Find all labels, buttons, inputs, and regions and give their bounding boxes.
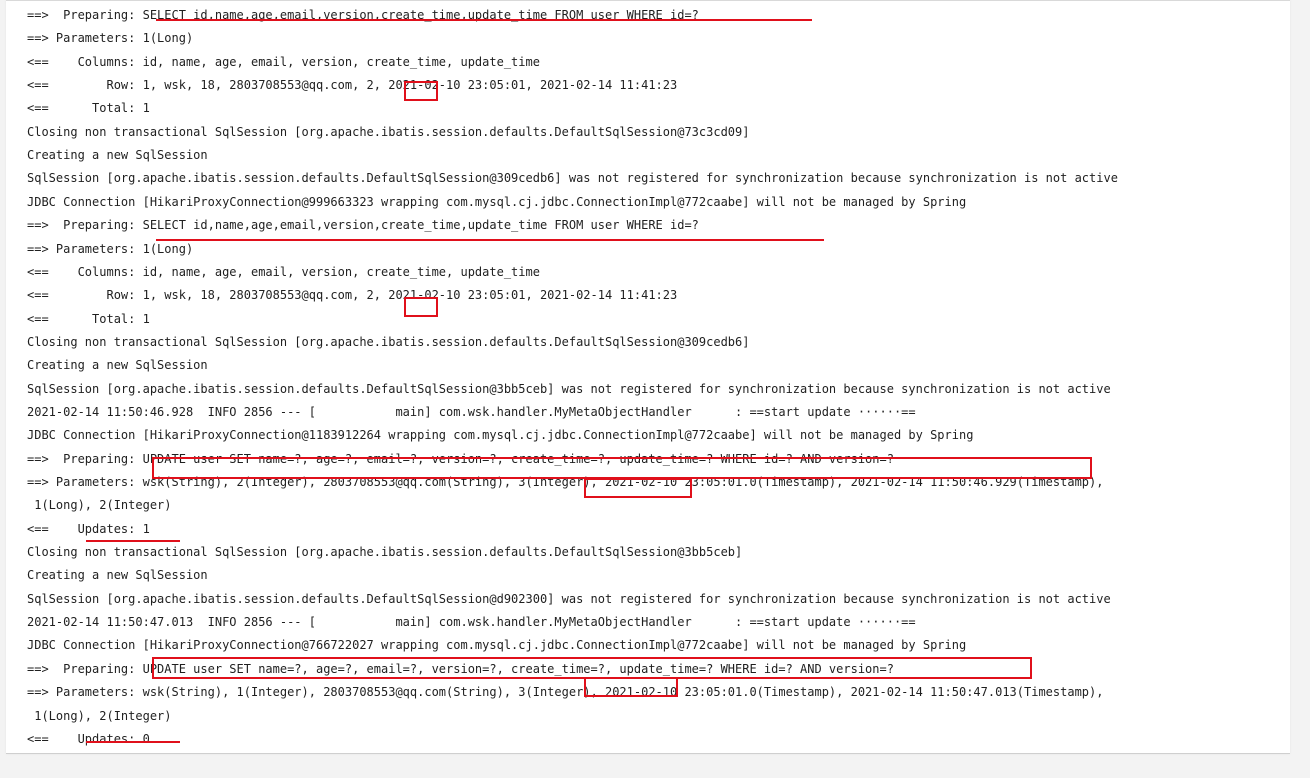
log-line-preparing-update: ==> Preparing: UPDATE user SET name=?, a…	[27, 451, 894, 466]
log-line-parameters: ==> Parameters: wsk(String), 2(Integer),…	[27, 475, 1104, 489]
log-line-closing-session: Closing non transactional SqlSession [or…	[27, 545, 743, 560]
log-line-parameters: ==> Parameters: 1(Long)	[27, 31, 194, 46]
log-line-row: <== Row: 1, wsk, 18, 2803708553@qq.com, …	[27, 78, 678, 93]
log-line-preparing-select: ==> Preparing: SELECT id,name,age,email,…	[27, 8, 699, 22]
log-line-columns: <== Columns: id, name, age, email, versi…	[27, 264, 540, 279]
log-line-sqlsession-info: SqlSession [org.apache.ibatis.session.de…	[27, 381, 1111, 396]
log-line-row: <== Row: 1, wsk, 18, 2803708553@qq.com, …	[27, 288, 678, 303]
log-line-sqlsession-info: SqlSession [org.apache.ibatis.session.de…	[27, 171, 1118, 186]
log-line-closing-session: Closing non transactional SqlSession [or…	[27, 334, 750, 349]
log-line-parameters-continued: 1(Long), 2(Integer)	[27, 708, 172, 723]
log-line-handler-info: 2021-02-14 11:50:47.013 INFO 2856 --- [ …	[27, 615, 916, 630]
log-line-preparing-select: ==> Preparing: SELECT id,name,age,email,…	[27, 218, 699, 233]
log-line-total: <== Total: 1	[27, 101, 150, 116]
log-line-jdbc-connection: JDBC Connection [HikariProxyConnection@1…	[27, 428, 974, 443]
log-line-handler-info: 2021-02-14 11:50:46.928 INFO 2856 --- [ …	[27, 404, 916, 419]
log-line-jdbc-connection: JDBC Connection [HikariProxyConnection@7…	[27, 638, 967, 653]
log-line-updates: <== Updates: 0	[27, 731, 150, 746]
underline-select-sql	[156, 239, 824, 241]
log-line-creating-session: Creating a new SqlSession	[27, 568, 208, 583]
log-line-updates: <== Updates: 1	[27, 521, 150, 536]
log-line-preparing-update: ==> Preparing: UPDATE user SET name=?, a…	[27, 661, 894, 676]
log-line-sqlsession-info: SqlSession [org.apache.ibatis.session.de…	[27, 591, 1111, 606]
log-line-total: <== Total: 1	[27, 311, 150, 326]
log-line-parameters: ==> Parameters: wsk(String), 1(Integer),…	[27, 685, 1104, 700]
log-line-jdbc-connection: JDBC Connection [HikariProxyConnection@9…	[27, 194, 967, 209]
log-line-parameters: ==> Parameters: 1(Long)	[27, 241, 194, 256]
log-line-creating-session: Creating a new SqlSession	[27, 148, 208, 163]
log-line-closing-session: Closing non transactional SqlSession [or…	[27, 124, 750, 139]
log-line-columns: <== Columns: id, name, age, email, versi…	[27, 54, 540, 69]
log-line-parameters-continued: 1(Long), 2(Integer)	[27, 498, 172, 513]
log-line-creating-session: Creating a new SqlSession	[27, 358, 208, 373]
console-output-panel: ==> Preparing: SELECT id,name,age,email,…	[6, 0, 1290, 754]
